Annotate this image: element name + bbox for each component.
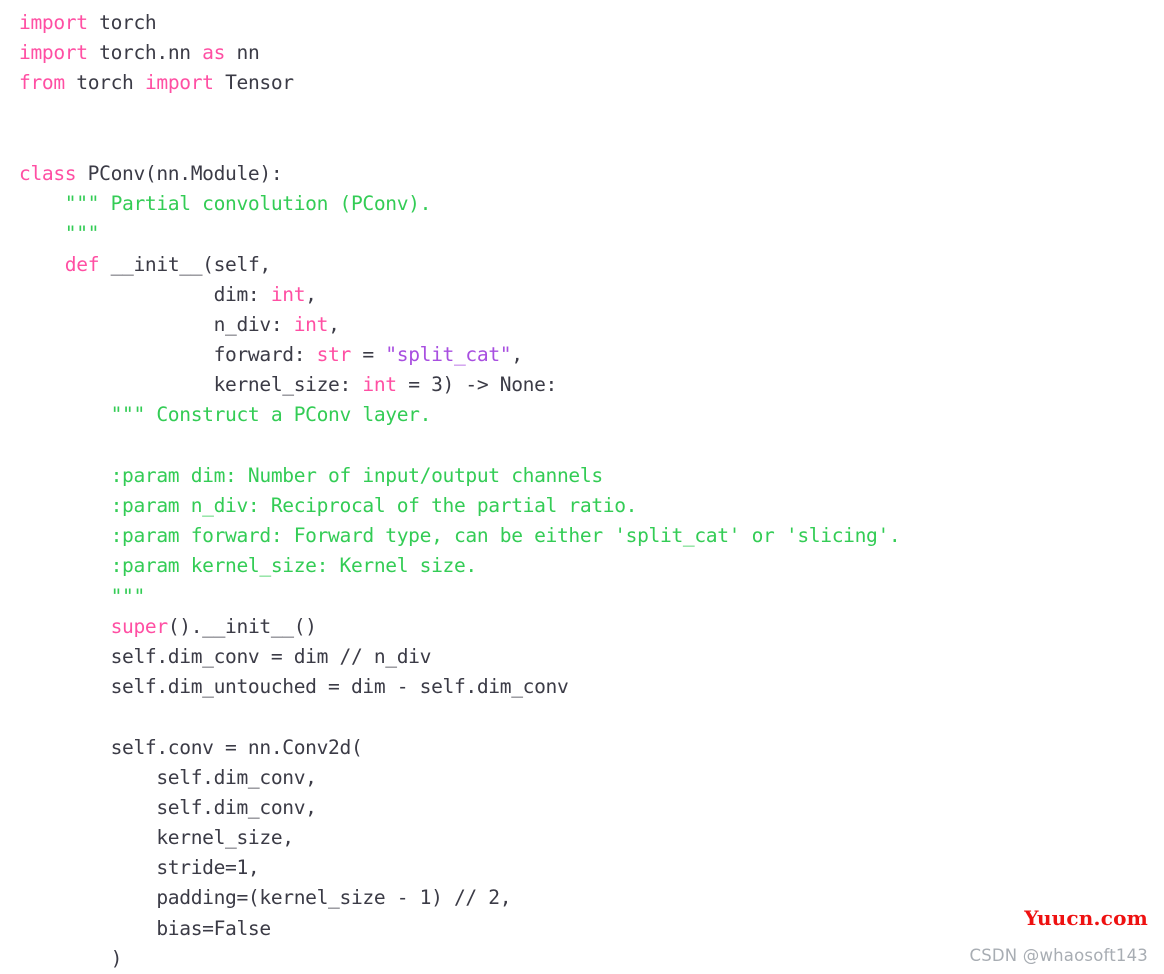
code-token: self.dim_untouched = dim - self.dim_conv	[19, 675, 569, 699]
code-line: class PConv(nn.Module):	[19, 159, 1164, 189]
code-token: ().__init__()	[167, 614, 317, 638]
code-line: :param dim: Number of input/output chann…	[19, 461, 1164, 491]
code-line: padding=(kernel_size - 1) // 2,	[19, 883, 1164, 913]
code-token: :param forward: Forward type, can be eit…	[19, 524, 901, 548]
code-token: torch.nn	[87, 41, 203, 65]
code-line: kernel_size,	[19, 823, 1164, 853]
code-token: import	[144, 71, 214, 95]
code-token: ,	[305, 282, 317, 306]
code-line: import torch	[19, 8, 1164, 38]
code-line: kernel_size: int = 3) -> None:	[19, 370, 1164, 400]
code-token: import	[19, 11, 88, 34]
code-line: """ Construct a PConv layer.	[19, 400, 1164, 430]
code-line: stride=1,	[19, 853, 1164, 883]
code-token: nn	[225, 41, 260, 65]
code-line: from torch import Tensor	[19, 68, 1164, 98]
code-token: PConv(nn.Module):	[76, 161, 283, 185]
code-line: n_div: int,	[19, 310, 1164, 340]
code-line: import torch.nn as nn	[19, 38, 1164, 68]
code-token: :param dim: Number of input/output chann…	[19, 463, 604, 487]
code-token: kernel_size:	[19, 373, 363, 397]
code-line: """ Partial convolution (PConv).	[19, 189, 1164, 219]
code-line: """	[19, 582, 1164, 612]
code-line: def __init__(self,	[19, 250, 1164, 280]
code-line: :param n_div: Reciprocal of the partial …	[19, 491, 1164, 521]
code-line: super().__init__()	[19, 612, 1164, 642]
code-line: bias=False	[19, 914, 1164, 944]
code-snippet: import torch import torch.nn as nn from to…	[0, 0, 1164, 972]
code-token: Tensor	[213, 71, 294, 95]
code-line: """	[19, 219, 1164, 249]
code-line: self.dim_untouched = dim - self.dim_conv	[19, 672, 1164, 702]
code-token: = 3) -> None:	[396, 373, 558, 397]
code-token: :param kernel_size: Kernel size.	[19, 554, 478, 578]
code-line: :param kernel_size: Kernel size.	[19, 551, 1164, 581]
code-lines-container: import torch import torch.nn as nn from to…	[19, 8, 1164, 974]
code-token: def	[64, 252, 100, 276]
code-line: self.dim_conv,	[19, 793, 1164, 823]
code-token: torch	[64, 71, 145, 95]
code-token: from	[19, 71, 65, 95]
code-token: )	[19, 946, 123, 970]
code-token: """	[19, 584, 146, 608]
code-token: class	[19, 161, 77, 185]
code-token: :param n_div: Reciprocal of the partial …	[19, 494, 638, 517]
code-token: =	[350, 343, 386, 367]
code-token: stride=1,	[19, 856, 260, 880]
code-token: as	[202, 41, 226, 65]
code-token: """ Partial convolution (PConv).	[19, 192, 432, 216]
code-token: """	[19, 222, 100, 246]
code-token: """ Construct a PConv layer.	[19, 403, 432, 427]
code-token: self.conv = nn.Conv2d(	[19, 735, 363, 759]
code-token: kernel_size,	[19, 826, 294, 850]
code-token: self.dim_conv,	[19, 795, 317, 819]
code-token: "split_cat"	[385, 343, 512, 367]
code-line: self.conv = nn.Conv2d(	[19, 733, 1164, 763]
code-line: dim: int,	[19, 280, 1164, 310]
code-token: self.dim_conv = dim // n_div	[19, 644, 432, 668]
code-token: import	[19, 41, 88, 65]
watermark-csdn: CSDN @whaosoft143	[969, 946, 1148, 965]
code-token: int	[293, 312, 329, 336]
watermark-yuucn: Yuucn.com	[1024, 906, 1148, 930]
code-token: str	[316, 343, 352, 367]
code-line: :param forward: Forward type, can be eit…	[19, 521, 1164, 551]
code-token: self.dim_conv,	[19, 765, 317, 789]
code-token: int	[270, 282, 306, 306]
code-token: n_div:	[19, 312, 294, 336]
code-token: ,	[511, 343, 523, 367]
code-token: int	[362, 373, 397, 397]
code-token: __init__(self,	[99, 252, 272, 276]
code-line: self.dim_conv = dim // n_div	[19, 642, 1164, 672]
code-token: ,	[328, 312, 340, 336]
code-line: forward: str = "split_cat",	[19, 340, 1164, 370]
code-line: self.dim_conv,	[19, 763, 1164, 793]
code-token: dim:	[19, 282, 271, 306]
code-token: forward:	[19, 343, 317, 367]
code-token: padding=(kernel_size - 1) // 2,	[19, 886, 512, 910]
code-token: super	[110, 614, 169, 638]
code-token: torch	[87, 11, 157, 34]
code-token: bias=False	[19, 916, 271, 940]
